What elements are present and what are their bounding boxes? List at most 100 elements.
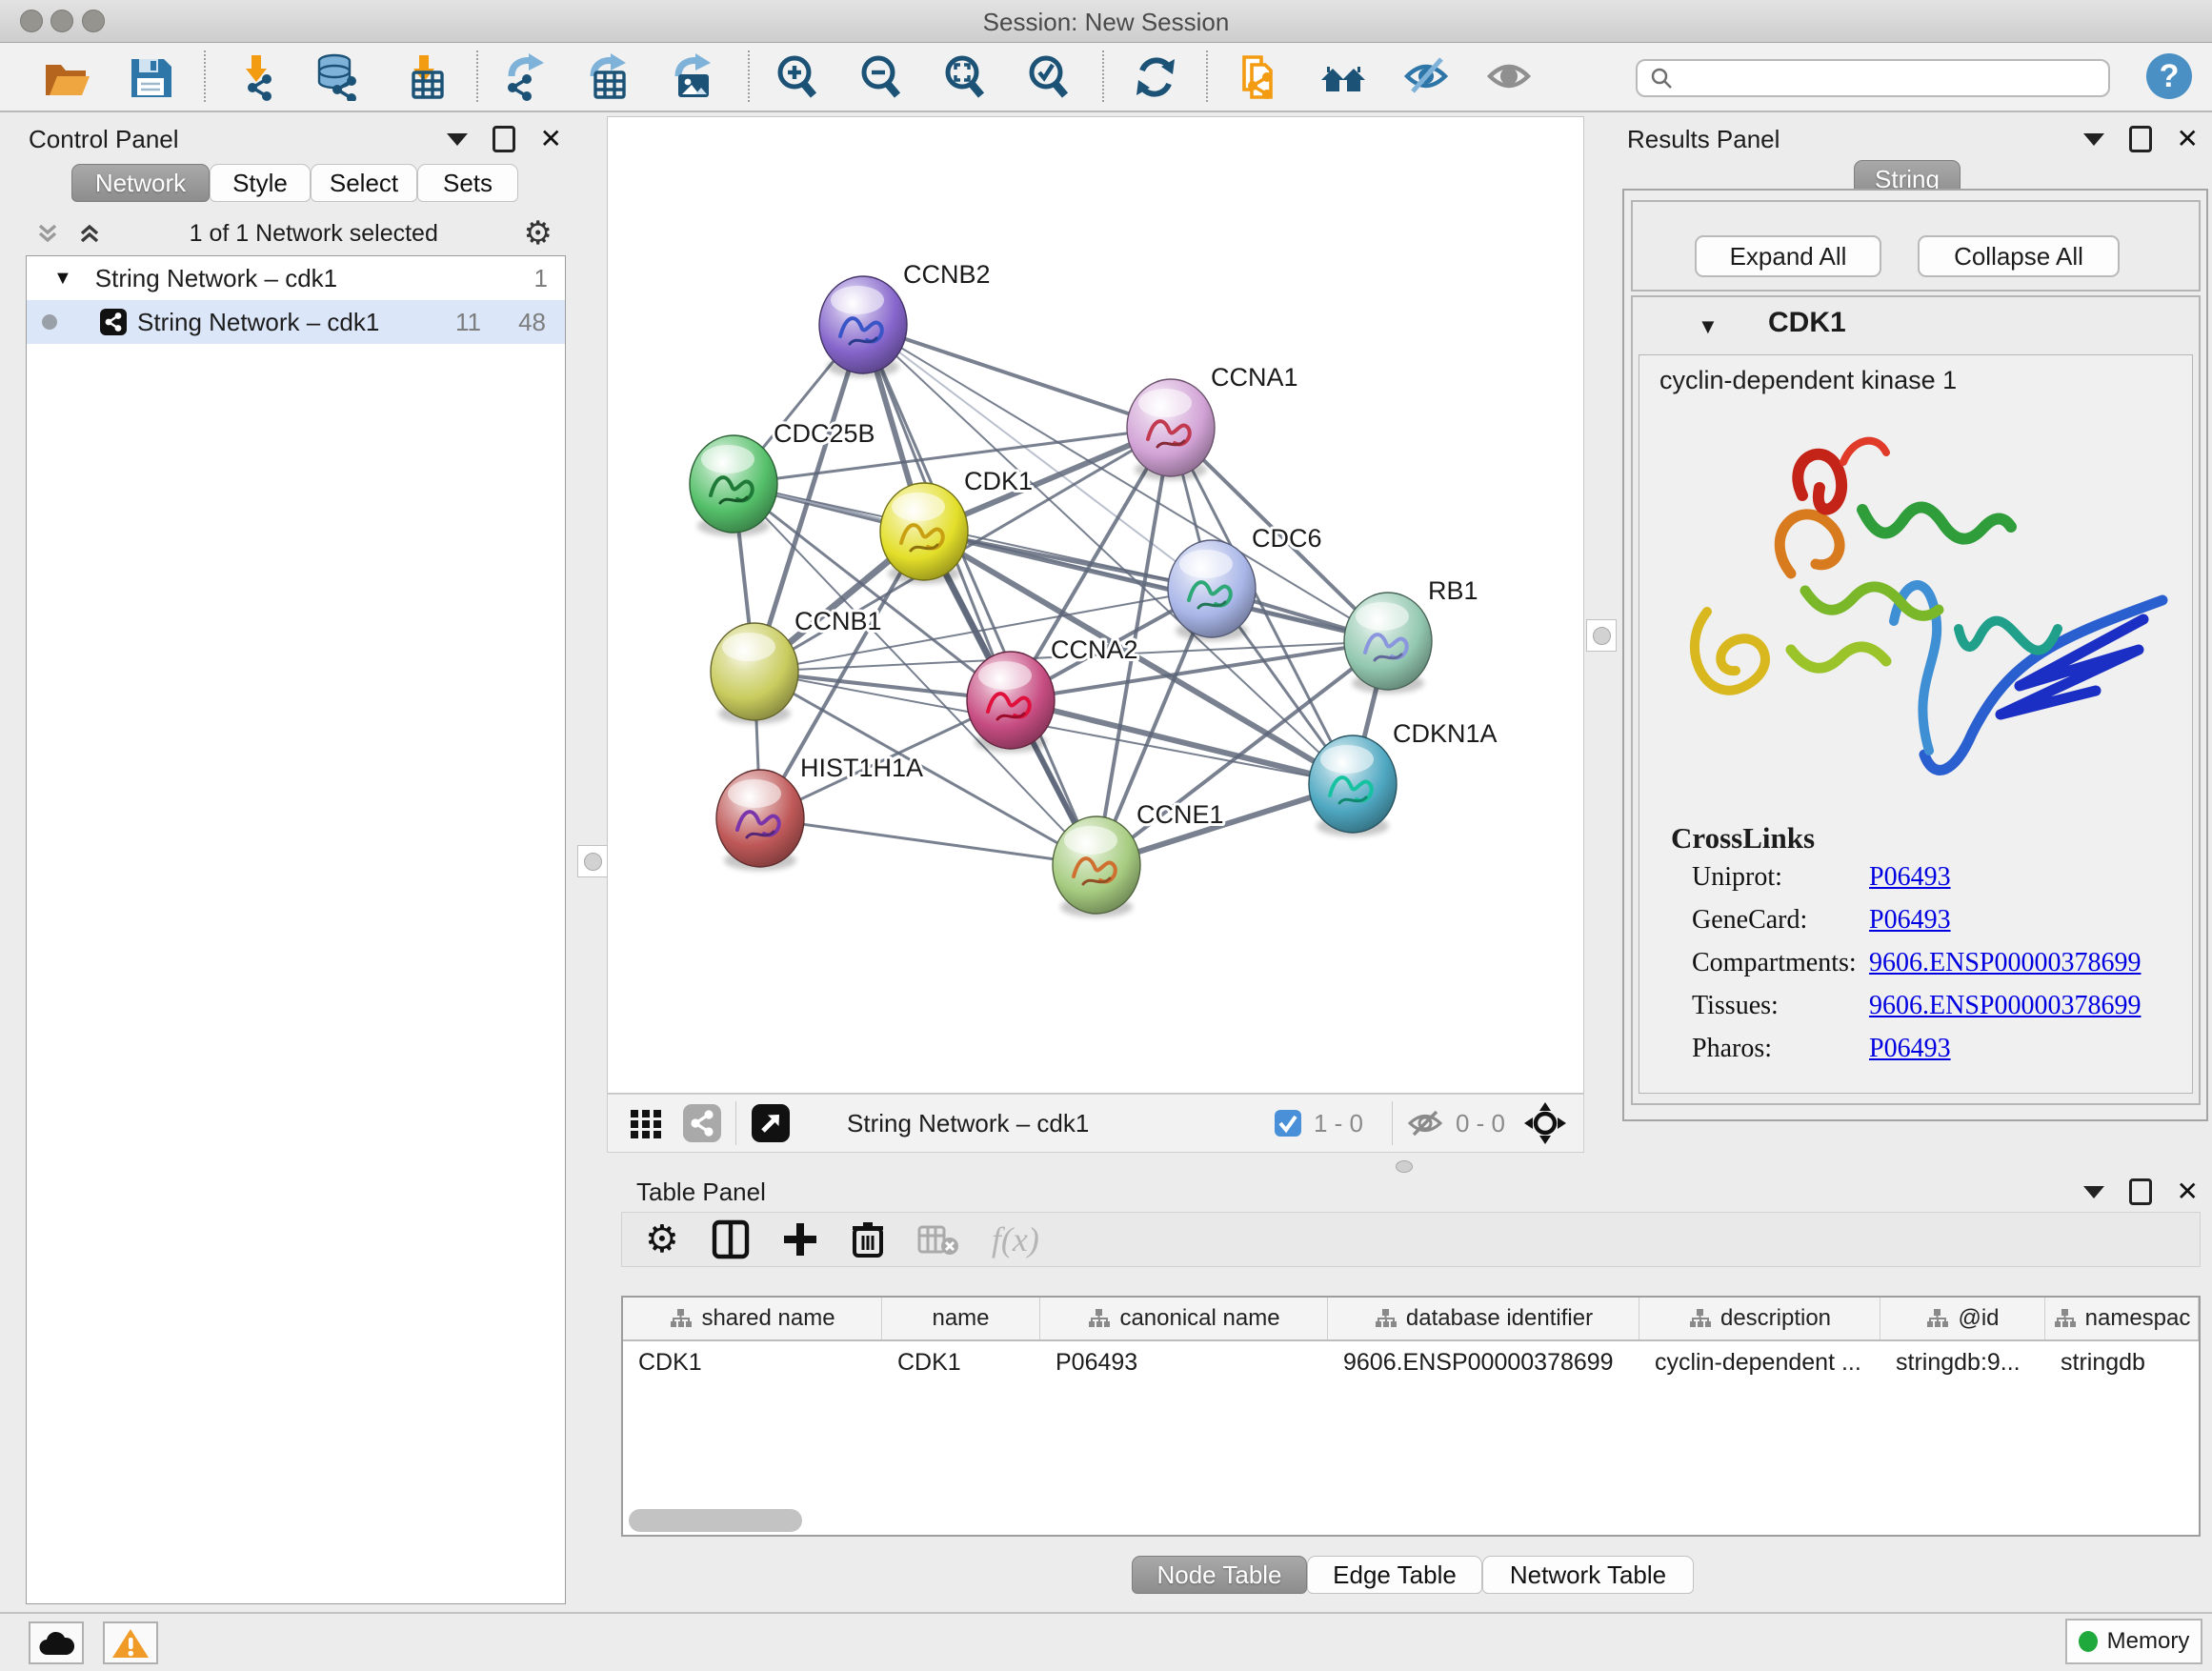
tab-edge-table[interactable]: Edge Table bbox=[1307, 1556, 1482, 1594]
memory-button[interactable]: Memory bbox=[2065, 1619, 2202, 1664]
network-row[interactable]: String Network – cdk1 11 48 bbox=[27, 300, 565, 344]
tab-network[interactable]: Network bbox=[71, 164, 210, 202]
horizontal-splitter-handle[interactable] bbox=[1396, 1160, 1413, 1173]
network-node-CCNA1[interactable] bbox=[1127, 379, 1215, 480]
network-collection-row[interactable]: ▼ String Network – cdk1 1 bbox=[27, 256, 565, 300]
table-panel-float-icon[interactable] bbox=[2129, 1178, 2152, 1205]
protein-expand-icon[interactable]: ▼ bbox=[1698, 314, 1719, 339]
table-row[interactable]: CDK1CDK1P064939606.ENSP00000378699cyclin… bbox=[623, 1341, 2199, 1383]
tab-sets[interactable]: Sets bbox=[417, 164, 518, 202]
table-horizontal-scrollbar[interactable] bbox=[629, 1509, 802, 1532]
first-neighbors-button[interactable] bbox=[1317, 49, 1372, 104]
cloud-status-button[interactable] bbox=[29, 1621, 84, 1664]
network-options-gear-icon[interactable]: ⚙ bbox=[524, 214, 553, 252]
column-header-name[interactable]: name bbox=[882, 1298, 1040, 1339]
column-header-canonical-name[interactable]: canonical name bbox=[1040, 1298, 1328, 1339]
selected-checkbox-icon[interactable] bbox=[1274, 1109, 1302, 1137]
crosslink-link[interactable]: P06493 bbox=[1869, 1034, 1951, 1072]
network-node-CCNB2[interactable] bbox=[819, 276, 907, 377]
import-network-from-database-button[interactable] bbox=[311, 49, 366, 104]
show-all-button[interactable] bbox=[1483, 49, 1538, 104]
results-panel-close-icon[interactable]: ✕ bbox=[2177, 129, 2199, 150]
column-header-description[interactable]: description bbox=[1639, 1298, 1880, 1339]
search-input[interactable] bbox=[1674, 64, 2087, 92]
network-view-share-icon[interactable] bbox=[682, 1103, 722, 1143]
control-panel-float-icon[interactable] bbox=[493, 126, 515, 152]
show-columns-icon[interactable] bbox=[712, 1219, 750, 1259]
collapse-all-button[interactable]: Collapse All bbox=[1918, 235, 2120, 277]
node-layer bbox=[690, 276, 1432, 917]
grid-view-icon[interactable] bbox=[627, 1104, 665, 1142]
crosslink-link[interactable]: 9606.ENSP00000378699 bbox=[1869, 948, 2141, 986]
import-network-from-file-button[interactable] bbox=[230, 49, 285, 104]
tab-node-table[interactable]: Node Table bbox=[1132, 1556, 1307, 1594]
add-column-plus-icon[interactable] bbox=[782, 1221, 818, 1258]
clone-network-button[interactable] bbox=[1232, 49, 1287, 104]
warning-status-button[interactable] bbox=[103, 1621, 158, 1664]
network-edge-CCNB2-CCNA1[interactable] bbox=[863, 325, 1171, 428]
hidden-eye-slash-icon[interactable] bbox=[1406, 1107, 1444, 1139]
node-label-CDC6: CDC6 bbox=[1252, 524, 1322, 553]
splitter-dot-icon bbox=[584, 853, 602, 871]
crosslink-link[interactable]: P06493 bbox=[1869, 905, 1951, 943]
hide-selected-button[interactable] bbox=[1400, 49, 1456, 104]
zoom-fit-button[interactable] bbox=[938, 49, 994, 104]
edge-layer bbox=[734, 325, 1388, 865]
expand-all-button[interactable]: Expand All bbox=[1695, 235, 1881, 277]
status-bar: Memory bbox=[0, 1612, 2212, 1671]
expand-all-icon[interactable] bbox=[75, 219, 104, 248]
export-network-button[interactable] bbox=[497, 49, 553, 104]
help-button[interactable]: ? bbox=[2142, 49, 2197, 104]
tab-network-table[interactable]: Network Table bbox=[1482, 1556, 1694, 1594]
network-view-title: String Network – cdk1 bbox=[847, 1109, 1089, 1138]
apply-layout-button[interactable] bbox=[1128, 49, 1183, 104]
table-panel-close-icon[interactable]: ✕ bbox=[2177, 1181, 2199, 1202]
column-header--id[interactable]: @id bbox=[1880, 1298, 2045, 1339]
column-header-namespac[interactable]: namespac bbox=[2045, 1298, 2199, 1339]
network-edge-HIST1H1A-CCNE1[interactable] bbox=[760, 818, 1096, 865]
network-node-HIST1H1A[interactable] bbox=[716, 770, 804, 871]
network-edge-CCNB2-CCNE1[interactable] bbox=[863, 325, 1096, 865]
open-session-button[interactable] bbox=[39, 49, 94, 104]
detach-view-icon[interactable] bbox=[750, 1102, 792, 1144]
node-table[interactable]: shared namename canonical name database … bbox=[621, 1296, 2201, 1537]
network-node-CDC6[interactable] bbox=[1168, 540, 1256, 641]
zoom-out-button[interactable] bbox=[855, 49, 910, 104]
collapse-all-icon[interactable] bbox=[33, 219, 62, 248]
tab-select[interactable]: Select bbox=[311, 164, 417, 202]
collection-expand-icon[interactable]: ▼ bbox=[53, 268, 72, 290]
delete-column-trash-icon[interactable] bbox=[851, 1219, 885, 1259]
column-header-shared-name[interactable]: shared name bbox=[623, 1298, 882, 1339]
network-node-CDC25B[interactable] bbox=[690, 435, 777, 536]
export-image-button[interactable] bbox=[664, 49, 719, 104]
left-splitter-handle[interactable] bbox=[577, 845, 608, 877]
network-node-CDKN1A[interactable] bbox=[1309, 735, 1397, 836]
results-panel-float-icon[interactable] bbox=[2129, 126, 2152, 152]
network-node-CCNB1[interactable] bbox=[711, 623, 798, 724]
import-table-from-file-button[interactable] bbox=[397, 49, 452, 104]
control-panel-close-icon[interactable]: ✕ bbox=[540, 129, 562, 150]
save-session-button[interactable] bbox=[123, 49, 178, 104]
network-graph[interactable]: CCNB2CCNA1CDC25BCDK1CDC6RB1CCNB1CCNA2CDK… bbox=[608, 117, 1583, 1093]
results-panel-menu-icon[interactable] bbox=[2083, 133, 2104, 146]
control-panel-menu-icon[interactable] bbox=[447, 133, 468, 146]
network-node-RB1[interactable] bbox=[1344, 593, 1432, 694]
tab-style[interactable]: Style bbox=[210, 164, 311, 202]
zoom-in-button[interactable] bbox=[771, 49, 826, 104]
right-splitter-handle[interactable] bbox=[1586, 619, 1617, 652]
table-settings-gear-icon[interactable]: ⚙ bbox=[645, 1218, 679, 1261]
export-table-button[interactable] bbox=[579, 49, 634, 104]
column-header-database-identifier[interactable]: database identifier bbox=[1328, 1298, 1639, 1339]
birdseye-navigator-icon[interactable] bbox=[1522, 1100, 1568, 1146]
crosslink-link[interactable]: P06493 bbox=[1869, 862, 1951, 900]
crosslink-link[interactable]: 9606.ENSP00000378699 bbox=[1869, 991, 2141, 1029]
network-node-CCNE1[interactable] bbox=[1053, 816, 1140, 917]
network-edge-CCNB2-RB1[interactable] bbox=[863, 325, 1388, 641]
network-node-CCNA2[interactable] bbox=[967, 652, 1055, 753]
table-panel-menu-icon[interactable] bbox=[2083, 1186, 2104, 1198]
network-canvas[interactable]: CCNB2CCNA1CDC25BCDK1CDC6RB1CCNB1CCNA2CDK… bbox=[607, 116, 1584, 1094]
search-field[interactable] bbox=[1636, 59, 2110, 97]
zoom-selected-button[interactable] bbox=[1022, 49, 1077, 104]
network-node-CDK1[interactable] bbox=[880, 483, 968, 584]
cloud-icon bbox=[37, 1630, 75, 1657]
